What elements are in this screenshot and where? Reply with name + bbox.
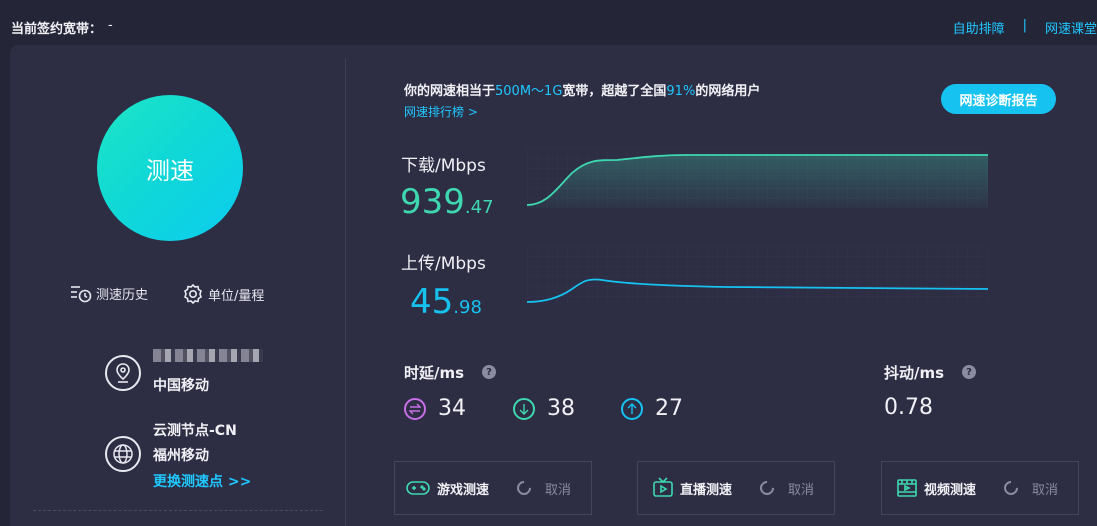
latency-download: 38 xyxy=(513,396,575,421)
upload-arrow-icon xyxy=(621,397,643,420)
history-button[interactable]: 测速历史 xyxy=(70,283,148,303)
download-value: 939.47 xyxy=(400,182,494,222)
horizontal-divider xyxy=(33,510,323,512)
self-troubleshoot-link[interactable]: 自助排障 xyxy=(953,18,1005,37)
download-chart xyxy=(527,148,988,208)
top-links: 自助排障 | 网速课堂 xyxy=(953,18,1097,37)
live-test-cancel[interactable]: 取消 xyxy=(788,479,814,498)
latency-upload: 27 xyxy=(621,396,683,421)
film-icon xyxy=(897,479,917,497)
globe-icon xyxy=(105,436,141,472)
upload-chart xyxy=(527,246,988,306)
tv-icon xyxy=(653,477,673,497)
download-arrow-icon xyxy=(513,397,535,420)
latency-avg: 34 xyxy=(404,396,466,421)
jitter-label: 抖动/ms xyxy=(884,364,945,382)
live-test-card[interactable]: 直播测速 取消 xyxy=(637,461,835,515)
upload-value: 45.98 xyxy=(410,282,482,322)
speed-summary: 你的网速相当于500M～1G宽带，超越了全国91%的网络用户 xyxy=(404,84,761,99)
history-label: 测速历史 xyxy=(96,287,149,303)
speed-test-button[interactable]: 测速 xyxy=(97,95,243,241)
loading-spinner-icon xyxy=(514,478,534,498)
speed-classroom-link[interactable]: 网速课堂 xyxy=(1045,18,1097,37)
game-test-cancel[interactable]: 取消 xyxy=(545,479,571,498)
swap-icon xyxy=(404,397,426,420)
unit-range-label: 单位/量程 xyxy=(208,288,265,304)
top-bar: 当前签约宽带： - 自助排障 | 网速课堂 xyxy=(0,0,1097,46)
gear-icon xyxy=(184,283,202,305)
node-isp: 福州移动 xyxy=(153,448,209,464)
live-test-label: 直播测速 xyxy=(680,482,733,498)
latency-help-icon[interactable]: ? xyxy=(482,365,496,379)
loading-spinner-icon xyxy=(1001,478,1021,498)
speed-ranking-link[interactable]: 网速排行榜 > xyxy=(404,103,478,120)
video-test-cancel[interactable]: 取消 xyxy=(1032,479,1058,498)
unit-range-button[interactable]: 单位/量程 xyxy=(182,283,264,305)
ip-address-redacted xyxy=(153,349,263,362)
latency-label: 时延/ms xyxy=(404,364,465,382)
location-pin-icon xyxy=(105,355,141,391)
jitter-value: 0.78 xyxy=(884,395,933,420)
game-test-card[interactable]: 游戏测速 取消 xyxy=(394,461,592,515)
loading-spinner-icon xyxy=(757,478,777,498)
download-label: 下载/Mbps xyxy=(401,156,486,176)
change-node-link[interactable]: 更换测速点 >> xyxy=(153,471,251,491)
location-isp: 中国移动 xyxy=(153,378,209,394)
history-icon xyxy=(71,286,92,303)
jitter-help-icon[interactable]: ? xyxy=(962,365,976,379)
gamepad-icon xyxy=(406,481,430,495)
game-test-label: 游戏测速 xyxy=(437,482,490,498)
video-test-card[interactable]: 视频测速 取消 xyxy=(881,461,1079,515)
vertical-divider xyxy=(345,59,346,526)
diagnosis-report-button[interactable]: 网速诊断报告 xyxy=(941,84,1056,114)
bandwidth-value: - xyxy=(108,18,113,33)
upload-label: 上传/Mbps xyxy=(401,254,486,274)
bandwidth-label: 当前签约宽带： xyxy=(11,22,103,37)
node-name: 云测节点-CN xyxy=(153,423,237,439)
link-separator: | xyxy=(1022,18,1027,33)
video-test-label: 视频测速 xyxy=(924,482,977,498)
